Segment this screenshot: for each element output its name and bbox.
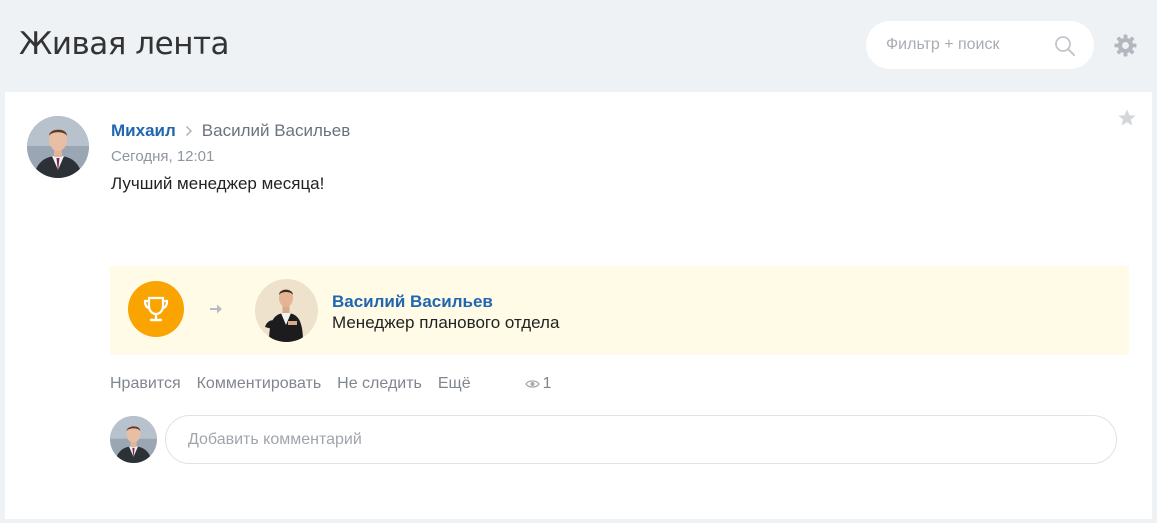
trophy-badge [128,281,184,337]
star-icon[interactable] [1117,108,1137,128]
more-button[interactable]: Ещё [438,375,471,393]
awardee-position: Менеджер планового отдела [332,313,560,332]
author-avatar[interactable] [27,116,89,178]
awardee-avatar[interactable] [255,279,318,342]
unfollow-button[interactable]: Не следить [337,375,422,393]
post-date[interactable]: Сегодня, 12:01 [111,148,214,165]
awardee-name[interactable]: Василий Васильев [332,292,493,312]
author-link[interactable]: Михаил [111,121,176,141]
views-counter[interactable]: 1 [524,375,552,393]
eye-icon [524,380,540,388]
chevron-right-icon [185,125,192,137]
post-text: Лучший менеджер месяца! [111,174,325,193]
recipient-label[interactable]: Василий Васильев [202,121,350,141]
award-block: Василий Васильев Менеджер планового отде… [110,266,1129,355]
comment-box[interactable] [165,415,1117,464]
post-actions: Нравится Комментировать Не следить Ещё 1 [110,374,552,394]
like-button[interactable]: Нравится [110,375,181,393]
gear-icon[interactable] [1114,34,1137,57]
header: Живая лента [0,0,1157,92]
trophy-icon [143,296,169,322]
arrow-right-icon [210,304,222,314]
views-count: 1 [542,375,552,392]
feed-post: Михаил Василий Васильев Сегодня, 12:01 Л… [5,92,1152,519]
search-input[interactable] [886,35,1056,55]
current-user-avatar[interactable] [110,416,157,463]
post-header: Михаил Василий Васильев [111,120,350,142]
comment-input[interactable] [188,430,1088,450]
page-title: Живая лента [19,26,230,62]
search-icon[interactable] [1054,35,1076,57]
comment-button[interactable]: Комментировать [197,375,322,393]
